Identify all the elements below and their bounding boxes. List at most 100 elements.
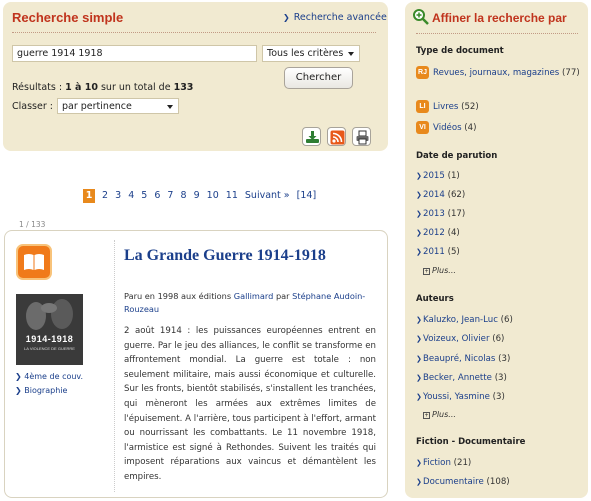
book-cover[interactable]: 1914-1918 LA VIOLENCE DE GUERRE [16,294,83,365]
facet-item-author[interactable]: Kaluzko, Jean-Luc (6) [423,313,513,327]
facet-count: (4) [464,123,477,133]
pagination: 1 2 3 4 5 6 7 8 9 10 11 Suivant » [14] [83,189,320,203]
rss-button[interactable] [327,127,346,146]
pub-by: par [273,291,293,301]
arrow-right-icon: ❯ [416,229,422,237]
facet-label[interactable]: 2015 [423,171,445,181]
criteria-selected: Tous les critères [267,48,344,59]
advanced-search-link[interactable]: ❯ Recherche avancée [283,12,387,23]
facet-count: (5) [447,247,460,257]
facet-count: (3) [498,354,511,364]
publisher-link[interactable]: Gallimard [234,291,274,301]
facet-heading-authors: Auteurs [416,294,454,304]
book-icon [16,244,52,280]
facet-item-author[interactable]: Voizeux, Olivier (6) [423,332,504,346]
facet-item-fiction[interactable]: Fiction (21) [423,456,471,470]
page-link[interactable]: 9 [194,190,200,201]
facet-label[interactable]: Vidéos [433,123,462,133]
facet-item-year[interactable]: 2012 (4) [423,226,460,240]
page-link[interactable]: 5 [141,190,147,201]
arrow-right-icon: ❯ [416,248,422,256]
facet-label[interactable]: Becker, Annette [423,373,492,383]
pub-year: 1998 [157,291,179,301]
book-icon: LI [416,100,429,113]
facet-heading-date: Date de parution [416,151,498,161]
more-label[interactable]: Plus... [432,266,456,275]
search-input[interactable] [12,45,257,62]
facet-item-year[interactable]: 2014 (62) [423,188,465,202]
facet-label[interactable]: Beaupré, Nicolas [423,354,495,364]
facet-label[interactable]: Revues, journaux, magazines [433,68,559,78]
facet-label[interactable]: Livres [433,102,458,112]
facet-item-books[interactable]: Livres (52) [433,100,479,114]
facet-label[interactable]: 2011 [423,247,445,257]
biography-link[interactable]: ❯ Biographie [15,386,83,395]
facet-count: (1) [447,171,460,181]
arrow-right-icon: ❯ [416,191,422,199]
facet-item-year[interactable]: 2011 (5) [423,245,460,259]
facet-label[interactable]: 2014 [423,190,445,200]
facet-item-videos[interactable]: Vidéos (4) [433,121,476,135]
back-cover-link[interactable]: ❯ 4ème de couv. [15,372,83,381]
arrow-right-icon: ❯ [416,210,422,218]
facet-count: (4) [447,228,460,238]
facet-label[interactable]: 2012 [423,228,445,238]
facet-count: (6) [492,334,505,344]
facet-item-author[interactable]: Becker, Annette (3) [423,371,507,385]
side-links: ❯ 4ème de couv. ❯ Biographie [15,372,83,400]
arrow-right-icon: ❯ [416,393,422,401]
divider [12,32,376,33]
facet-label[interactable]: 2013 [423,209,445,219]
book-title[interactable]: La Grande Guerre 1914-1918 [124,247,326,265]
sort-select[interactable]: par pertinence [57,98,179,114]
facet-item-year[interactable]: 2013 (17) [423,207,465,221]
facet-label[interactable]: Kaluzko, Jean-Luc [423,315,498,325]
more-label[interactable]: Plus... [432,410,456,419]
print-button[interactable] [352,127,371,146]
page-link[interactable]: 2 [102,190,108,201]
arrow-right-icon: ❯ [416,459,422,467]
facet-count: (21) [453,458,472,468]
arrow-right-icon: ❯ [15,386,25,395]
last-page-link[interactable]: [14] [297,190,317,201]
arrow-right-icon: ❯ [283,13,290,22]
back-cover-label[interactable]: 4ème de couv. [24,372,83,381]
arrow-right-icon: ❯ [416,355,422,363]
facet-item-magazines[interactable]: Revues, journaux, magazines (77) [433,66,583,80]
page-link[interactable]: 8 [181,190,187,201]
facet-label[interactable]: Fiction [423,458,451,468]
search-title: Recherche simple [12,10,124,25]
pub-prefix: Paru en [124,291,158,301]
page-link[interactable]: 10 [207,190,219,201]
criteria-select[interactable]: Tous les critères [262,45,360,62]
biography-label[interactable]: Biographie [24,386,67,395]
magazine-icon: RJ [416,66,429,79]
sort-label: Classer : [12,101,53,112]
page-current[interactable]: 1 [83,189,95,203]
result-counter: 1 / 133 [19,220,46,229]
facet-label[interactable]: Documentaire [423,477,484,487]
page-link[interactable]: 11 [226,190,238,201]
page-link[interactable]: 3 [115,190,121,201]
page-link[interactable]: 4 [128,190,134,201]
facet-label[interactable]: Youssi, Yasmine [423,392,490,402]
more-authors-link[interactable]: + Plus... [423,410,456,419]
facet-item-year[interactable]: 2015 (1) [423,169,460,183]
facet-count: (17) [447,209,466,219]
save-button[interactable] [302,127,321,146]
page-link[interactable]: 6 [154,190,160,201]
facet-label[interactable]: Voizeux, Olivier [423,334,489,344]
next-page-link[interactable]: Suivant » [245,190,290,201]
results-mid: sur un total de [97,82,174,93]
advanced-search-label[interactable]: Recherche avancée [294,12,387,23]
facet-item-documentary[interactable]: Documentaire (108) [423,475,510,489]
cover-subtitle: LA VIOLENCE DE GUERRE [24,346,75,351]
results-summary: Résultats : 1 à 10 sur un total de 133 [12,82,193,93]
page-link[interactable]: 7 [167,190,173,201]
publication-info: Paru en 1998 aux éditions Gallimard par … [124,290,376,316]
more-dates-link[interactable]: + Plus... [423,266,456,275]
search-button[interactable]: Chercher [284,67,353,89]
results-prefix: Résultats : [12,82,66,93]
facet-item-author[interactable]: Beaupré, Nicolas (3) [423,352,510,366]
facet-item-author[interactable]: Youssi, Yasmine (3) [423,390,505,404]
